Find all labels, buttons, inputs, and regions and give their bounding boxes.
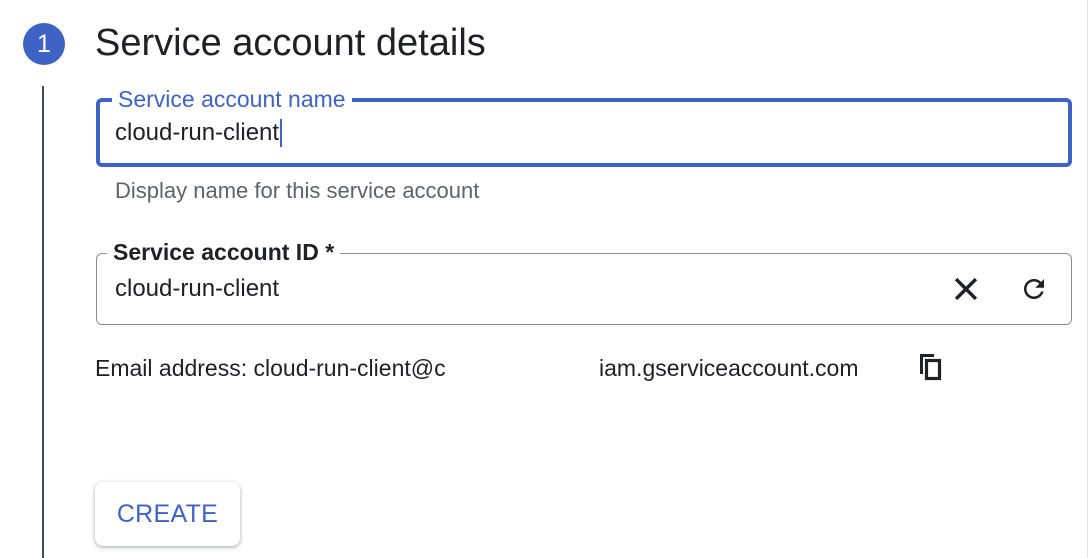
email-address-prefix: Email address: cloud-run-client@c	[95, 355, 446, 381]
step-title: Service account details	[95, 22, 486, 64]
panel-right-border	[1087, 0, 1088, 558]
service-account-name-helper: Display name for this service account	[115, 178, 480, 203]
service-account-name-value: cloud-run-client	[115, 118, 280, 146]
create-button[interactable]: CREATE	[95, 482, 240, 546]
email-address-domain: iam.gserviceaccount.com	[599, 355, 859, 381]
regenerate-id-button[interactable]	[1017, 272, 1051, 306]
service-account-name-input[interactable]: cloud-run-client	[115, 102, 283, 163]
service-account-name-field[interactable]: Service account name cloud-run-client	[96, 85, 1072, 167]
refresh-icon	[1024, 279, 1044, 299]
copy-icon	[920, 354, 942, 381]
service-account-id-field[interactable]: Service account ID * cloud-run-client	[96, 238, 1072, 325]
step-connector-line	[42, 86, 44, 558]
text-cursor	[280, 118, 283, 147]
copy-email-button[interactable]	[914, 350, 946, 384]
service-account-id-value: cloud-run-client	[115, 275, 280, 302]
service-account-id-input[interactable]: cloud-run-client	[115, 254, 279, 324]
step-number-badge: 1	[23, 23, 65, 65]
service-account-form: 1 Service account details Service accoun…	[0, 0, 1092, 558]
close-icon	[954, 277, 978, 301]
clear-id-button[interactable]	[949, 272, 983, 306]
